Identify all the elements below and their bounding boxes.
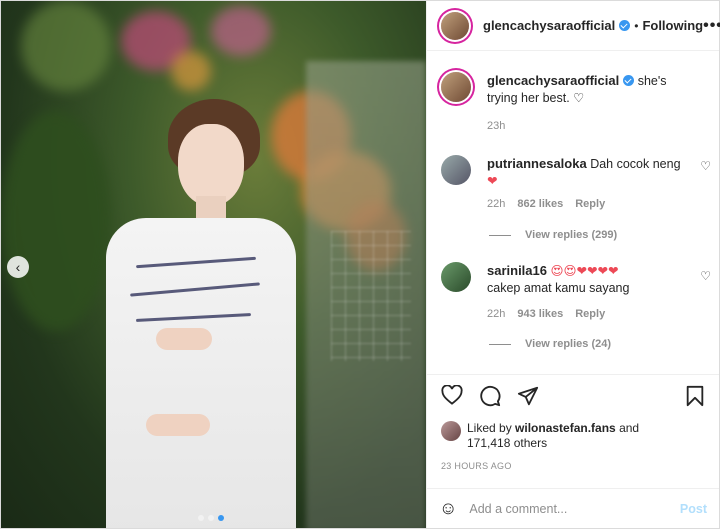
comment-username[interactable]: sarinila16: [487, 263, 547, 278]
caption-row: glencachysaraofficial she's trying her b…: [441, 72, 711, 107]
following-button[interactable]: Following: [642, 18, 703, 33]
emoji-icon[interactable]: ☺: [439, 498, 457, 519]
comment-input[interactable]: [469, 501, 680, 516]
post-timestamp[interactable]: 23 HOURS AGO: [441, 461, 512, 471]
separator-dot: •: [634, 18, 639, 33]
comment-likes[interactable]: 862 likes: [517, 198, 563, 210]
view-replies-label: View replies (24): [525, 338, 612, 350]
avatar[interactable]: [441, 11, 469, 40]
view-replies-button[interactable]: View replies (24): [489, 338, 611, 350]
avatar[interactable]: [441, 262, 471, 292]
share-icon[interactable]: [517, 385, 539, 420]
comment-username[interactable]: putriannesaloka: [487, 156, 587, 171]
action-bar: [427, 374, 719, 420]
comment-likes[interactable]: 943 likes: [517, 308, 563, 320]
like-comment-heart-icon[interactable]: ♡: [700, 269, 711, 283]
caption-username[interactable]: glencachysaraofficial: [487, 73, 619, 88]
reply-button[interactable]: Reply: [575, 308, 605, 320]
post-header: glencachysaraofficial • Following •••: [427, 1, 720, 51]
more-options-icon[interactable]: •••: [703, 17, 720, 35]
comments-list: glencachysaraofficial she's trying her b…: [427, 52, 719, 374]
comment-time[interactable]: 22h: [487, 308, 505, 320]
avatar[interactable]: [441, 155, 471, 185]
comment-time[interactable]: 22h: [487, 198, 505, 210]
comment-meta: 22h 943 likes Reply: [487, 308, 605, 320]
bookmark-icon[interactable]: [685, 385, 705, 420]
post-comment-button[interactable]: Post: [680, 502, 707, 516]
carousel-dot: [198, 515, 204, 521]
avatar[interactable]: [441, 72, 471, 102]
add-comment-bar: ☺ Post: [427, 488, 719, 528]
heart-icon[interactable]: [441, 384, 463, 420]
liked-by-prefix: Liked by: [467, 421, 512, 435]
post-photo: ‹: [1, 1, 426, 528]
comment-meta: 22h 862 likes Reply: [487, 198, 605, 210]
comment-text: Dah cocok neng: [590, 157, 681, 171]
post-dialog: ‹ glencachysaraofficial • Following •••: [0, 0, 720, 529]
owner-username[interactable]: glencachysaraofficial: [483, 18, 615, 33]
liked-by: Liked by wilonastefan.fans and 171,418 o…: [441, 421, 709, 451]
verified-badge-icon: [619, 20, 631, 31]
comment-emoji: ❤: [487, 174, 498, 188]
view-replies-button[interactable]: View replies (299): [489, 229, 617, 241]
chevron-left-icon[interactable]: ‹: [7, 256, 29, 278]
carousel-dot-active: [218, 515, 224, 521]
like-count[interactable]: 171,418 others: [467, 436, 547, 450]
verified-badge-icon: [623, 75, 635, 86]
avatar[interactable]: [441, 421, 461, 441]
caption-time[interactable]: 23h: [487, 120, 505, 132]
reply-button[interactable]: Reply: [575, 198, 605, 210]
comment-text: cakep amat kamu sayang: [487, 281, 630, 295]
comment-row: sarinila16 😍😍❤❤❤❤ cakep amat kamu sayang: [441, 262, 711, 297]
post-side-panel: glencachysaraofficial • Following ••• gl…: [426, 1, 720, 528]
comment-icon[interactable]: [479, 385, 501, 420]
carousel-indicator: [198, 515, 224, 521]
comment-emoji: 😍😍❤❤❤❤: [550, 264, 619, 278]
liked-by-user[interactable]: wilonastefan.fans: [515, 421, 616, 435]
carousel-dot: [208, 515, 214, 521]
like-comment-heart-icon[interactable]: ♡: [700, 159, 711, 173]
caption-meta: 23h: [487, 120, 505, 132]
woman-figure: [96, 96, 296, 528]
view-replies-label: View replies (299): [525, 229, 618, 241]
comment-row: putriannesaloka Dah cocok neng ❤: [441, 155, 711, 190]
liked-by-and: and: [619, 421, 640, 435]
